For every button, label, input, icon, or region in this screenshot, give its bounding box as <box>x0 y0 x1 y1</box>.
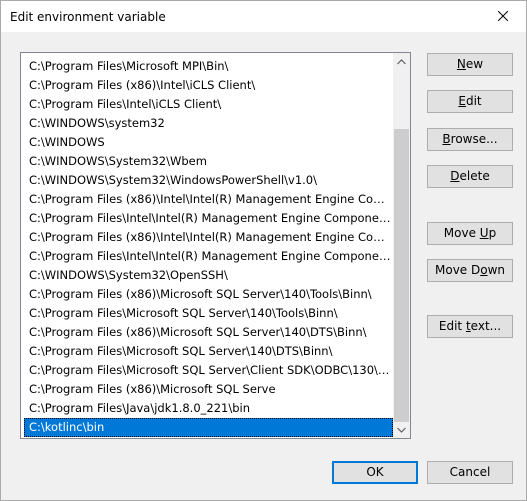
close-button[interactable] <box>480 1 526 31</box>
browse-button[interactable]: Browse... <box>427 128 513 151</box>
list-item[interactable]: C:\Program Files (x86)\Microsoft SQL Ser… <box>24 380 393 399</box>
button-label: Move D <box>435 263 481 277</box>
list-item[interactable]: C:\WINDOWS\system32 <box>24 114 393 133</box>
list-item[interactable]: C:\Program Files\Intel\iCLS Client\ <box>24 95 393 114</box>
access-key: o <box>480 263 488 277</box>
button-label: elete <box>459 169 490 183</box>
list-item[interactable]: C:\Program Files (x86)\Intel\iCLS Client… <box>24 76 393 95</box>
close-icon <box>498 11 508 21</box>
list-item[interactable]: C:\Program Files (x86)\Microsoft SQL Ser… <box>24 323 393 342</box>
scroll-thumb[interactable] <box>394 129 409 422</box>
list-item[interactable]: C:\Program Files (x86)\Microsoft SQL Ser… <box>24 285 393 304</box>
list-item[interactable]: C:\WINDOWS\System32\WindowsPowerShell\v1… <box>24 171 393 190</box>
list-item[interactable]: C:\Program Files\Intel\Intel(R) Manageme… <box>24 247 393 266</box>
list-item-selected[interactable]: C:\kotlinc\bin <box>24 418 393 437</box>
button-label: dit <box>465 94 482 108</box>
button-label: Edit <box>438 319 466 333</box>
dialog-title: Edit environment variable <box>10 10 166 24</box>
button-label: wn <box>487 263 505 277</box>
cancel-button[interactable]: Cancel <box>427 461 513 484</box>
access-key: D <box>450 169 460 183</box>
access-key: E <box>458 94 466 108</box>
access-key: B <box>442 132 451 146</box>
list-item[interactable]: C:\Program Files\Microsoft SQL Server\14… <box>24 342 393 361</box>
move-up-button[interactable]: Move Up <box>427 222 513 245</box>
access-key: U <box>479 226 489 240</box>
path-list-box[interactable]: C:\Program Files\Microsoft MPI\Bin\ C:\Pr… <box>20 52 411 439</box>
list-item[interactable]: C:\WINDOWS\System32\Wbem <box>24 152 393 171</box>
delete-button[interactable]: Delete <box>427 165 513 188</box>
path-list[interactable]: C:\Program Files\Microsoft MPI\Bin\ C:\Pr… <box>21 53 394 438</box>
move-down-button[interactable]: Move Down <box>427 259 513 282</box>
list-item[interactable]: C:\Program Files\Microsoft SQL Server\14… <box>24 304 393 323</box>
list-item[interactable]: C:\Program Files\Java\jdk1.8.0_221\bin <box>24 399 393 418</box>
access-key: N <box>456 57 466 71</box>
chevron-up-icon <box>397 58 406 64</box>
edit-button[interactable]: Edit <box>427 90 513 113</box>
new-button[interactable]: New <box>427 53 513 76</box>
list-item[interactable]: C:\Program Files\Intel\Intel(R) Manageme… <box>24 209 393 228</box>
button-label: ew <box>465 57 484 71</box>
button-label: p <box>488 226 497 240</box>
vertical-scrollbar[interactable] <box>393 53 410 438</box>
ok-button[interactable]: OK <box>332 461 418 484</box>
list-item[interactable]: C:\WINDOWS\System32\OpenSSH\ <box>24 266 393 285</box>
button-label: rowse... <box>450 132 498 146</box>
list-item[interactable]: C:\Program Files (x86)\Intel\Intel(R) Ma… <box>24 228 393 247</box>
edit-environment-variable-dialog: Edit environment variable C:\Program Fil… <box>0 0 527 501</box>
chevron-down-icon <box>397 427 406 433</box>
title-bar: Edit environment variable <box>1 1 526 32</box>
scroll-down-button[interactable] <box>393 421 410 438</box>
list-item[interactable]: C:\WINDOWS <box>24 133 393 152</box>
button-label: Move <box>443 226 480 240</box>
edit-text-button[interactable]: Edit text... <box>427 315 513 338</box>
scroll-up-button[interactable] <box>393 53 410 70</box>
button-label: ext... <box>470 319 502 333</box>
list-item[interactable]: C:\Program Files\Microsoft MPI\Bin\ <box>24 57 393 76</box>
list-item[interactable]: C:\Program Files (x86)\Intel\Intel(R) Ma… <box>24 190 393 209</box>
list-item[interactable]: C:\Program Files\Microsoft SQL Server\Cl… <box>24 361 393 380</box>
